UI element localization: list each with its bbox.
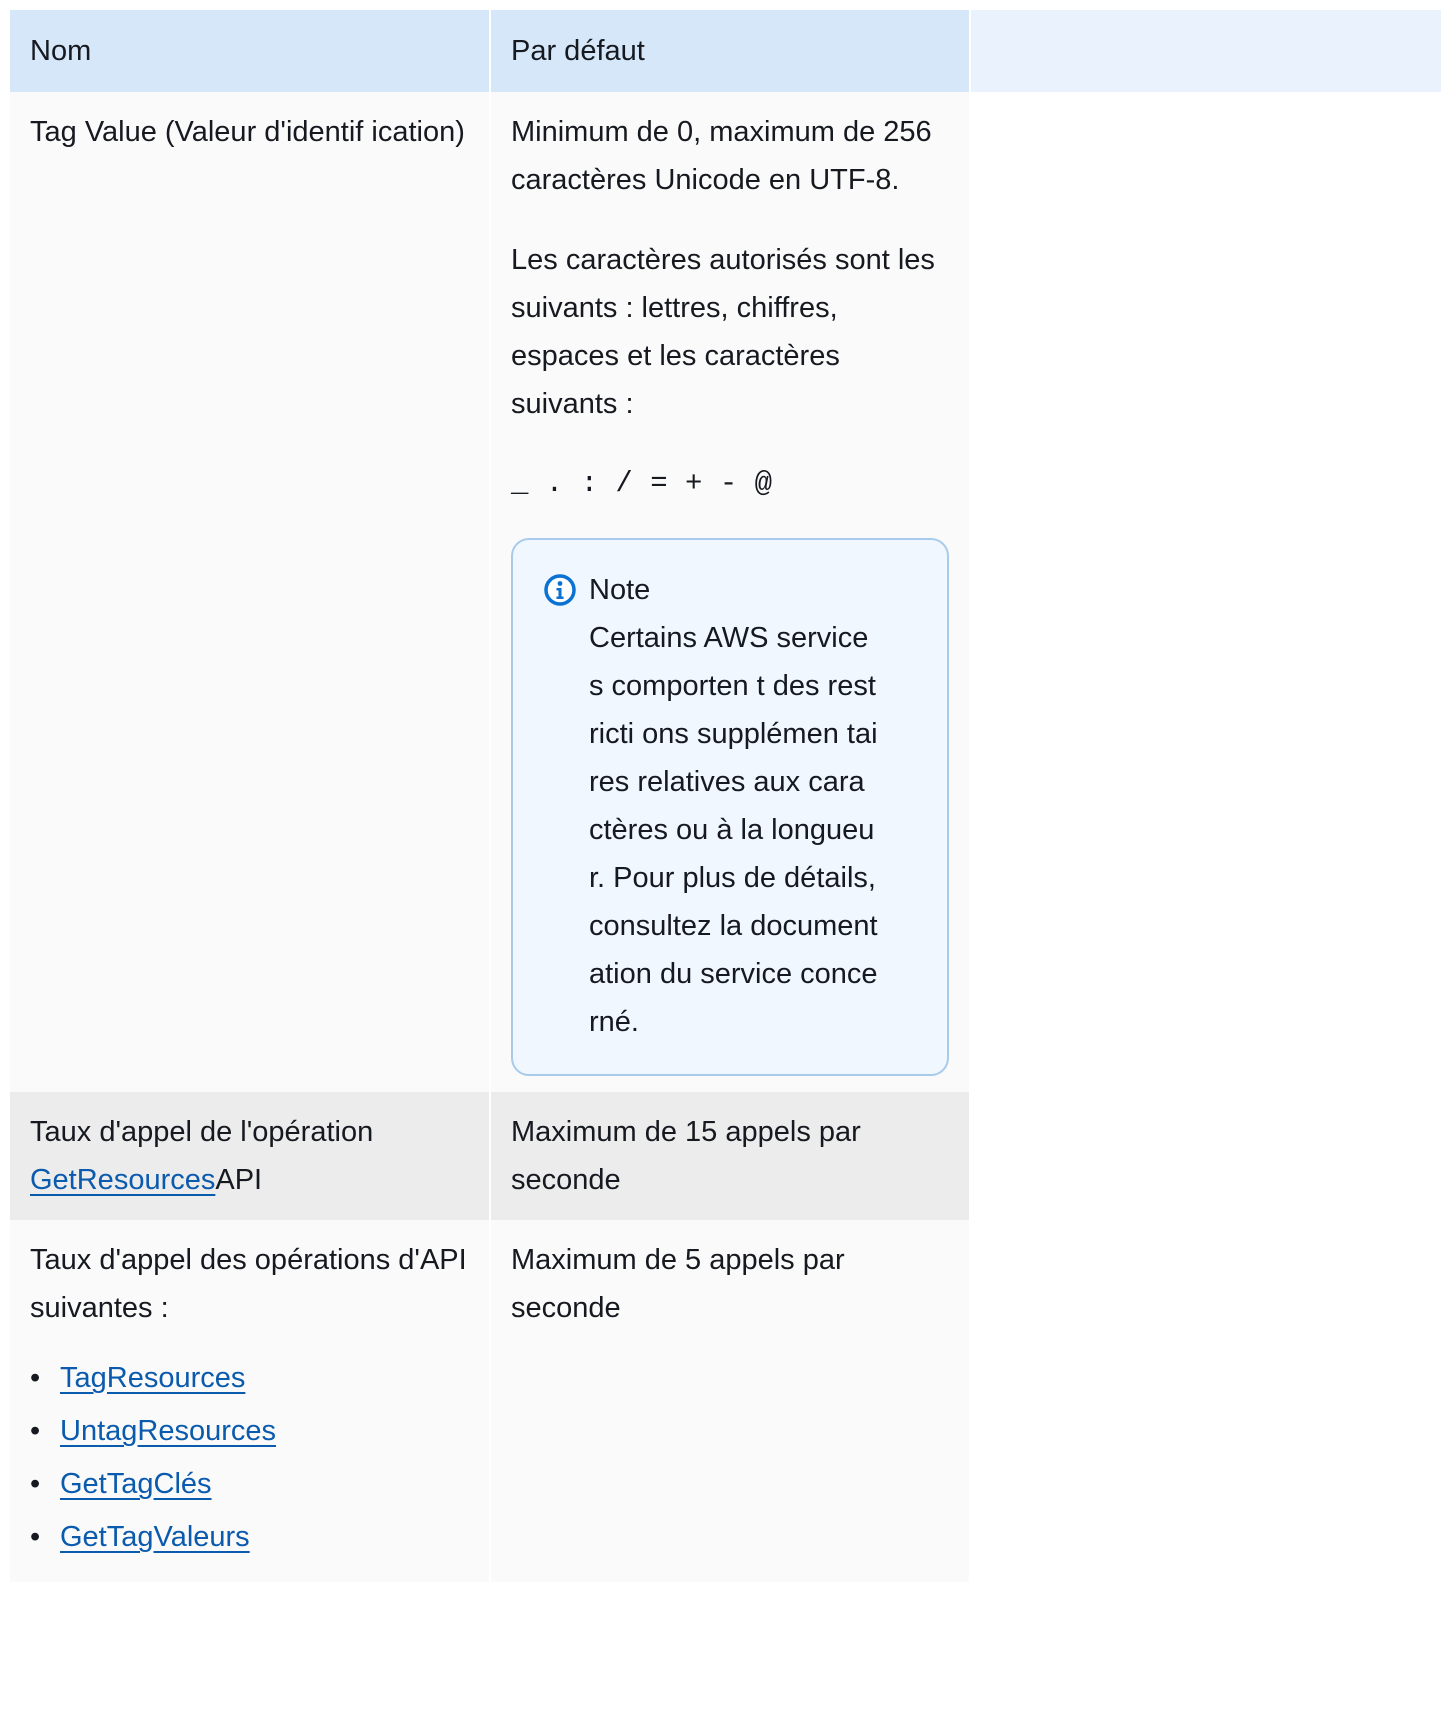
tagresources-link[interactable]: TagResources bbox=[60, 1362, 245, 1394]
table-row: Taux d'appel des opérations d'API suivan… bbox=[10, 1220, 1441, 1582]
default-paragraph: Minimum de 0, maximum de 256 caractères … bbox=[511, 116, 932, 196]
cell-empty bbox=[970, 1092, 1441, 1220]
untagresources-link[interactable]: UntagResources bbox=[60, 1415, 276, 1447]
api-operations-list: TagResources UntagResources GetTagClés G… bbox=[30, 1354, 469, 1561]
gettagvalues-link[interactable]: GetTagValeurs bbox=[60, 1521, 250, 1553]
row-name-suffix: API bbox=[215, 1164, 263, 1196]
note-box: Note Certains AWS services comporten t d… bbox=[511, 538, 949, 1076]
cell-default: Minimum de 0, maximum de 256 caractères … bbox=[490, 92, 971, 1092]
default-paragraph: Maximum de 15 appels par seconde bbox=[511, 1116, 861, 1196]
cell-name: Taux d'appel de l'opération GetResources… bbox=[10, 1092, 491, 1220]
cell-empty bbox=[970, 1220, 1441, 1582]
info-icon bbox=[544, 574, 576, 606]
gettagkeys-link[interactable]: GetTagClés bbox=[60, 1468, 212, 1500]
table-row: Taux d'appel de l'opération GetResources… bbox=[10, 1092, 1441, 1220]
table-row: Tag Value (Valeur d'identif ication) Min… bbox=[10, 92, 1441, 1092]
column-header-default: Par défaut bbox=[490, 10, 971, 92]
list-item: UntagResources bbox=[30, 1407, 469, 1455]
cell-name: Tag Value (Valeur d'identif ication) bbox=[10, 92, 491, 1092]
note-header: Note bbox=[543, 566, 917, 614]
allowed-characters: _ . : / = + - @ bbox=[511, 467, 773, 500]
list-item: GetTagValeurs bbox=[30, 1513, 469, 1561]
default-paragraph: Maximum de 5 appels par seconde bbox=[511, 1244, 845, 1324]
row-name-text: Taux d'appel des opérations d'API suivan… bbox=[30, 1244, 467, 1324]
row-name-prefix: Taux d'appel de l'opération bbox=[30, 1116, 374, 1148]
getresources-link[interactable]: GetResources bbox=[30, 1164, 215, 1196]
quotas-table-container: Nom Par défaut Tag Value (Valeur d'ident… bbox=[10, 10, 1441, 1582]
cell-empty bbox=[970, 92, 1441, 1092]
quotas-table: Nom Par défaut Tag Value (Valeur d'ident… bbox=[10, 10, 1441, 1582]
cell-default: Maximum de 15 appels par seconde bbox=[490, 1092, 971, 1220]
default-paragraph: Les caractères autorisés sont les suivan… bbox=[511, 244, 935, 420]
note-body: Certains AWS services comporten t des re… bbox=[589, 622, 878, 1038]
column-header-empty bbox=[970, 10, 1441, 92]
table-header-row: Nom Par défaut bbox=[10, 10, 1441, 92]
row-name-text: Taux d'appel de l'opération GetResources… bbox=[30, 1108, 469, 1204]
cell-default: Maximum de 5 appels par seconde bbox=[490, 1220, 971, 1582]
list-item: GetTagClés bbox=[30, 1460, 469, 1508]
list-item: TagResources bbox=[30, 1354, 469, 1402]
cell-name: Taux d'appel des opérations d'API suivan… bbox=[10, 1220, 491, 1582]
note-title: Note bbox=[589, 574, 651, 606]
column-header-name: Nom bbox=[10, 10, 491, 92]
row-name-text: Tag Value (Valeur d'identif ication) bbox=[30, 116, 465, 148]
